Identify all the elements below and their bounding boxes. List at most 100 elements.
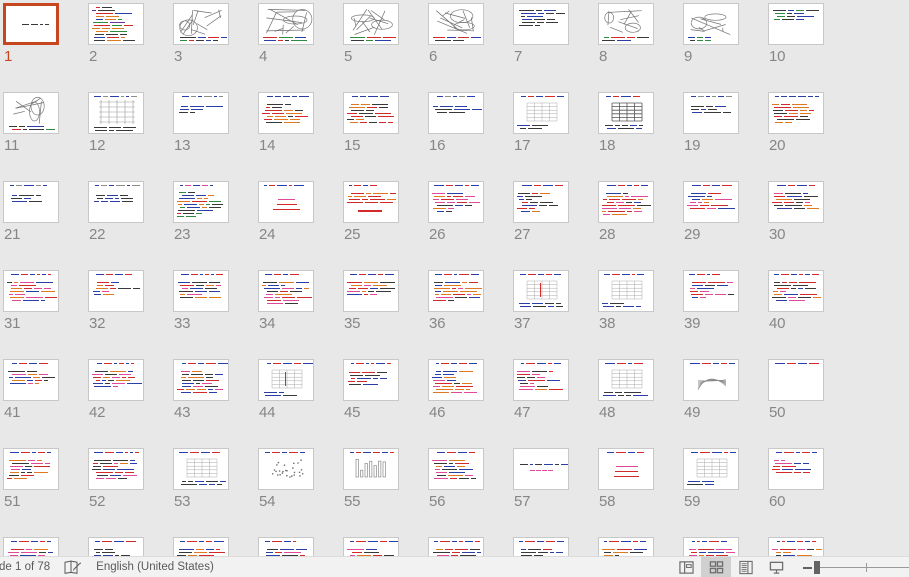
slide-preview[interactable] (88, 3, 144, 45)
slide-thumbnail-61[interactable]: 61 (3, 537, 88, 556)
slide-preview[interactable] (513, 270, 569, 312)
slide-thumbnail-48[interactable]: 48 (598, 359, 683, 448)
reading-view-button[interactable] (731, 557, 761, 577)
zoom-slider[interactable] (814, 557, 909, 577)
slide-preview[interactable] (513, 448, 569, 490)
slide-preview[interactable] (88, 181, 144, 223)
slide-preview[interactable] (683, 3, 739, 45)
slide-thumbnail-66[interactable]: 66 (428, 537, 513, 556)
slide-thumbnail-69[interactable]: 69 (683, 537, 768, 556)
slide-preview[interactable] (3, 270, 59, 312)
slide-thumbnail-19[interactable]: 19 (683, 92, 768, 181)
slide-thumbnail-32[interactable]: 32 (88, 270, 173, 359)
language-indicator[interactable]: English (United States) (96, 561, 214, 573)
slide-preview[interactable] (343, 448, 399, 490)
slide-preview[interactable] (768, 3, 824, 45)
slide-preview[interactable] (768, 448, 824, 490)
slide-preview[interactable] (428, 92, 484, 134)
slide-preview[interactable] (428, 359, 484, 401)
slide-thumbnail-51[interactable]: 51 (3, 448, 88, 537)
slide-preview[interactable] (173, 537, 229, 556)
slide-thumbnail-1[interactable]: 1 (3, 3, 88, 92)
slide-thumbnail-29[interactable]: 29 (683, 181, 768, 270)
slide-thumbnail-17[interactable]: 17 (513, 92, 598, 181)
slide-preview[interactable] (3, 537, 59, 556)
slide-preview[interactable] (3, 448, 59, 490)
slide-preview[interactable] (173, 448, 229, 490)
slide-preview[interactable] (768, 181, 824, 223)
slide-thumbnail-4[interactable]: 4 (258, 3, 343, 92)
slide-thumbnail-47[interactable]: 47 (513, 359, 598, 448)
slide-preview[interactable] (768, 92, 824, 134)
slide-preview[interactable] (173, 3, 229, 45)
slide-thumbnail-57[interactable]: 57 (513, 448, 598, 537)
slide-thumbnail-2[interactable]: 2 (88, 3, 173, 92)
slide-thumbnail-22[interactable]: 22 (88, 181, 173, 270)
slide-indicator[interactable]: de 1 of 78 (0, 561, 50, 573)
slide-preview[interactable] (88, 359, 144, 401)
slide-preview[interactable] (88, 270, 144, 312)
slide-preview[interactable] (3, 181, 59, 223)
normal-view-button[interactable] (671, 557, 701, 577)
slide-sorter-view-button[interactable] (701, 557, 731, 577)
slide-thumbnail-20[interactable]: 20 (768, 92, 853, 181)
slide-preview[interactable] (513, 181, 569, 223)
slide-preview[interactable] (343, 3, 399, 45)
slide-thumbnail-65[interactable]: 65 (343, 537, 428, 556)
slide-preview[interactable] (598, 270, 654, 312)
slide-thumbnail-55[interactable]: 55 (343, 448, 428, 537)
slide-thumbnail-5[interactable]: 5 (343, 3, 428, 92)
slide-thumbnail-40[interactable]: 40 (768, 270, 853, 359)
slide-sorter-pane[interactable]: 1 2 3 4 5 6 7 8 9 10 11 12 13 14 15 16 17 18 19 20 21 22 23 24 2… (0, 0, 909, 556)
slide-thumbnail-35[interactable]: 35 (343, 270, 428, 359)
slide-preview[interactable] (173, 270, 229, 312)
slide-thumbnail-13[interactable]: 13 (173, 92, 258, 181)
slide-thumbnail-12[interactable]: 12 (88, 92, 173, 181)
slide-thumbnail-70[interactable]: 70 (768, 537, 853, 556)
slide-preview[interactable] (428, 270, 484, 312)
slide-thumbnail-26[interactable]: 26 (428, 181, 513, 270)
slide-preview[interactable] (598, 92, 654, 134)
slide-thumbnail-49[interactable]: 49 (683, 359, 768, 448)
zoom-control[interactable] (791, 557, 909, 577)
slide-preview[interactable] (513, 359, 569, 401)
slide-thumbnail-25[interactable]: 25 (343, 181, 428, 270)
slide-thumbnail-36[interactable]: 36 (428, 270, 513, 359)
slide-thumbnail-50[interactable]: 50 (768, 359, 853, 448)
slide-preview[interactable] (598, 359, 654, 401)
slide-preview[interactable] (598, 537, 654, 556)
slide-preview[interactable] (598, 448, 654, 490)
slide-thumbnail-24[interactable]: 24 (258, 181, 343, 270)
slide-thumbnail-9[interactable]: 9 (683, 3, 768, 92)
slide-preview[interactable] (3, 359, 59, 401)
slide-thumbnail-52[interactable]: 52 (88, 448, 173, 537)
slide-preview[interactable] (768, 270, 824, 312)
slide-preview[interactable] (258, 448, 314, 490)
slide-preview[interactable] (683, 92, 739, 134)
slide-preview[interactable] (683, 270, 739, 312)
slide-thumbnail-16[interactable]: 16 (428, 92, 513, 181)
slide-preview[interactable] (258, 181, 314, 223)
slide-preview[interactable] (258, 92, 314, 134)
slide-thumbnail-34[interactable]: 34 (258, 270, 343, 359)
slide-preview[interactable] (258, 3, 314, 45)
slide-thumbnail-67[interactable]: 67 (513, 537, 598, 556)
slide-thumbnail-64[interactable]: 64 (258, 537, 343, 556)
slide-thumbnail-60[interactable]: 60 (768, 448, 853, 537)
slide-thumbnail-63[interactable]: 63 (173, 537, 258, 556)
slide-thumbnail-27[interactable]: 27 (513, 181, 598, 270)
slide-preview[interactable] (88, 448, 144, 490)
slide-thumbnail-14[interactable]: 14 (258, 92, 343, 181)
slide-preview[interactable] (683, 537, 739, 556)
slide-preview[interactable] (513, 92, 569, 134)
slide-preview[interactable] (173, 181, 229, 223)
slide-preview[interactable] (428, 537, 484, 556)
slide-preview[interactable] (513, 3, 569, 45)
zoom-slider-thumb[interactable] (814, 561, 820, 574)
slide-thumbnail-68[interactable]: 68 (598, 537, 683, 556)
slide-thumbnail-33[interactable]: 33 (173, 270, 258, 359)
slide-thumbnail-21[interactable]: 21 (3, 181, 88, 270)
slide-preview[interactable] (343, 359, 399, 401)
slide-thumbnail-42[interactable]: 42 (88, 359, 173, 448)
slide-thumbnail-7[interactable]: 7 (513, 3, 598, 92)
